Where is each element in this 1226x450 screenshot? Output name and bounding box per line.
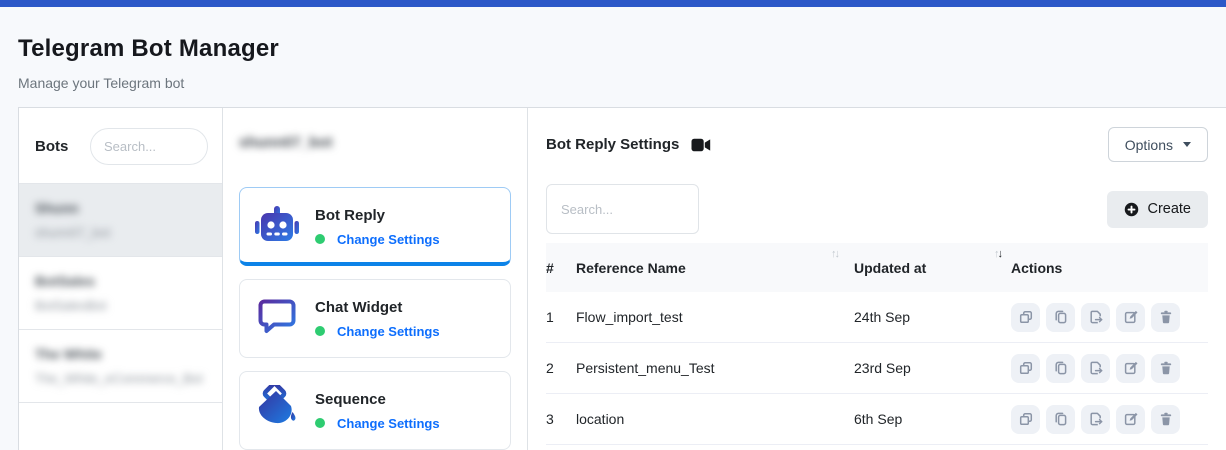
bots-panel-title: Bots — [35, 138, 68, 155]
status-dot — [315, 234, 325, 244]
bot-name: Shunn — [35, 200, 206, 216]
table-header-row: # Reference Name ↑↓ Updated at ↑↓ Action… — [546, 243, 1208, 292]
clone-button[interactable] — [1011, 405, 1040, 434]
table-search-input[interactable] — [546, 184, 699, 234]
bot-list-empty-slot — [19, 402, 222, 450]
row-num: 3 — [546, 411, 576, 427]
paint-bucket-icon — [254, 385, 300, 436]
bot-name: BotSales — [35, 273, 206, 289]
column-header-updated-at[interactable]: Updated at ↑↓ — [854, 243, 1011, 292]
bot-username: BotSalesBot — [35, 298, 206, 313]
row-updated-at: 23rd Sep — [854, 360, 1011, 376]
export-button[interactable] — [1081, 405, 1110, 434]
page-title: Telegram Bot Manager — [18, 35, 1226, 63]
bot-list-item[interactable]: The White The_White_eCommerce_Bot — [19, 329, 222, 402]
create-button-label: Create — [1147, 201, 1191, 217]
options-button-label: Options — [1125, 137, 1173, 153]
copy-button[interactable] — [1046, 303, 1075, 332]
bot-name: The White — [35, 346, 206, 362]
table-row: 2 Persistent_menu_Test 23rd Sep — [546, 343, 1208, 394]
row-reference-name: Persistent_menu_Test — [576, 360, 854, 376]
delete-button[interactable] — [1151, 405, 1180, 434]
chat-bubble-icon — [254, 293, 300, 344]
change-settings-link[interactable]: Change Settings — [337, 324, 440, 339]
bot-username: shunn07_bot — [35, 225, 206, 240]
top-accent-bar — [0, 0, 1226, 7]
card-title: Chat Widget — [315, 299, 440, 316]
options-button[interactable]: Options — [1108, 127, 1208, 162]
bot-list-item[interactable]: BotSales BotSalesBot — [19, 256, 222, 329]
column-header-actions: Actions — [1011, 243, 1208, 292]
bot-username: The_White_eCommerce_Bot — [35, 371, 206, 386]
column-label: Reference Name — [576, 260, 686, 276]
page-header: Telegram Bot Manager Manage your Telegra… — [0, 7, 1226, 91]
bot-settings-panel: shunn07_bot Bot Reply Change Settings Ch… — [223, 108, 528, 450]
delete-button[interactable] — [1151, 303, 1180, 332]
status-dot — [315, 418, 325, 428]
card-bot-reply[interactable]: Bot Reply Change Settings — [239, 187, 511, 266]
column-label: Updated at — [854, 260, 926, 276]
export-button[interactable] — [1081, 303, 1110, 332]
edit-button[interactable] — [1116, 354, 1145, 383]
edit-button[interactable] — [1116, 303, 1145, 332]
status-dot — [315, 326, 325, 336]
sort-icon-active-desc[interactable]: ↑↓ — [994, 249, 1001, 260]
row-reference-name: location — [576, 411, 854, 427]
column-header-reference-name[interactable]: Reference Name ↑↓ — [576, 243, 854, 292]
card-title: Bot Reply — [315, 207, 440, 224]
bot-reply-table: # Reference Name ↑↓ Updated at ↑↓ Action… — [546, 243, 1208, 445]
edit-button[interactable] — [1116, 405, 1145, 434]
chevron-down-icon — [1183, 142, 1191, 147]
bot-list-item[interactable]: Shunn shunn07_bot — [19, 183, 222, 256]
delete-button[interactable] — [1151, 354, 1180, 383]
page-subtitle: Manage your Telegram bot — [18, 75, 1226, 91]
sort-icon[interactable]: ↑↓ — [831, 249, 838, 260]
content-area: Bots Shunn shunn07_bot BotSales BotSales… — [18, 107, 1226, 450]
panel-title: Bot Reply Settings — [546, 136, 679, 153]
column-header-num: # — [546, 243, 576, 292]
row-reference-name: Flow_import_test — [576, 309, 854, 325]
row-updated-at: 24th Sep — [854, 309, 1011, 325]
copy-button[interactable] — [1046, 354, 1075, 383]
plus-circle-icon — [1124, 202, 1139, 217]
row-num: 1 — [546, 309, 576, 325]
change-settings-link[interactable]: Change Settings — [337, 416, 440, 431]
bots-panel: Bots Shunn shunn07_bot BotSales BotSales… — [19, 108, 223, 450]
selected-bot-title: shunn07_bot — [239, 134, 511, 151]
card-chat-widget[interactable]: Chat Widget Change Settings — [239, 279, 511, 358]
bot-reply-settings-panel: Bot Reply Settings Options Create # Refe… — [528, 108, 1226, 450]
table-row: 1 Flow_import_test 24th Sep — [546, 292, 1208, 343]
create-button[interactable]: Create — [1107, 191, 1208, 228]
row-updated-at: 6th Sep — [854, 411, 1011, 427]
robot-icon — [254, 201, 300, 252]
video-camera-icon[interactable] — [691, 138, 711, 152]
bots-search-input[interactable] — [90, 128, 208, 165]
clone-button[interactable] — [1011, 354, 1040, 383]
export-button[interactable] — [1081, 354, 1110, 383]
table-row: 3 location 6th Sep — [546, 394, 1208, 445]
copy-button[interactable] — [1046, 405, 1075, 434]
clone-button[interactable] — [1011, 303, 1040, 332]
change-settings-link[interactable]: Change Settings — [337, 232, 440, 247]
card-sequence[interactable]: Sequence Change Settings — [239, 371, 511, 450]
card-title: Sequence — [315, 391, 440, 408]
row-num: 2 — [546, 360, 576, 376]
